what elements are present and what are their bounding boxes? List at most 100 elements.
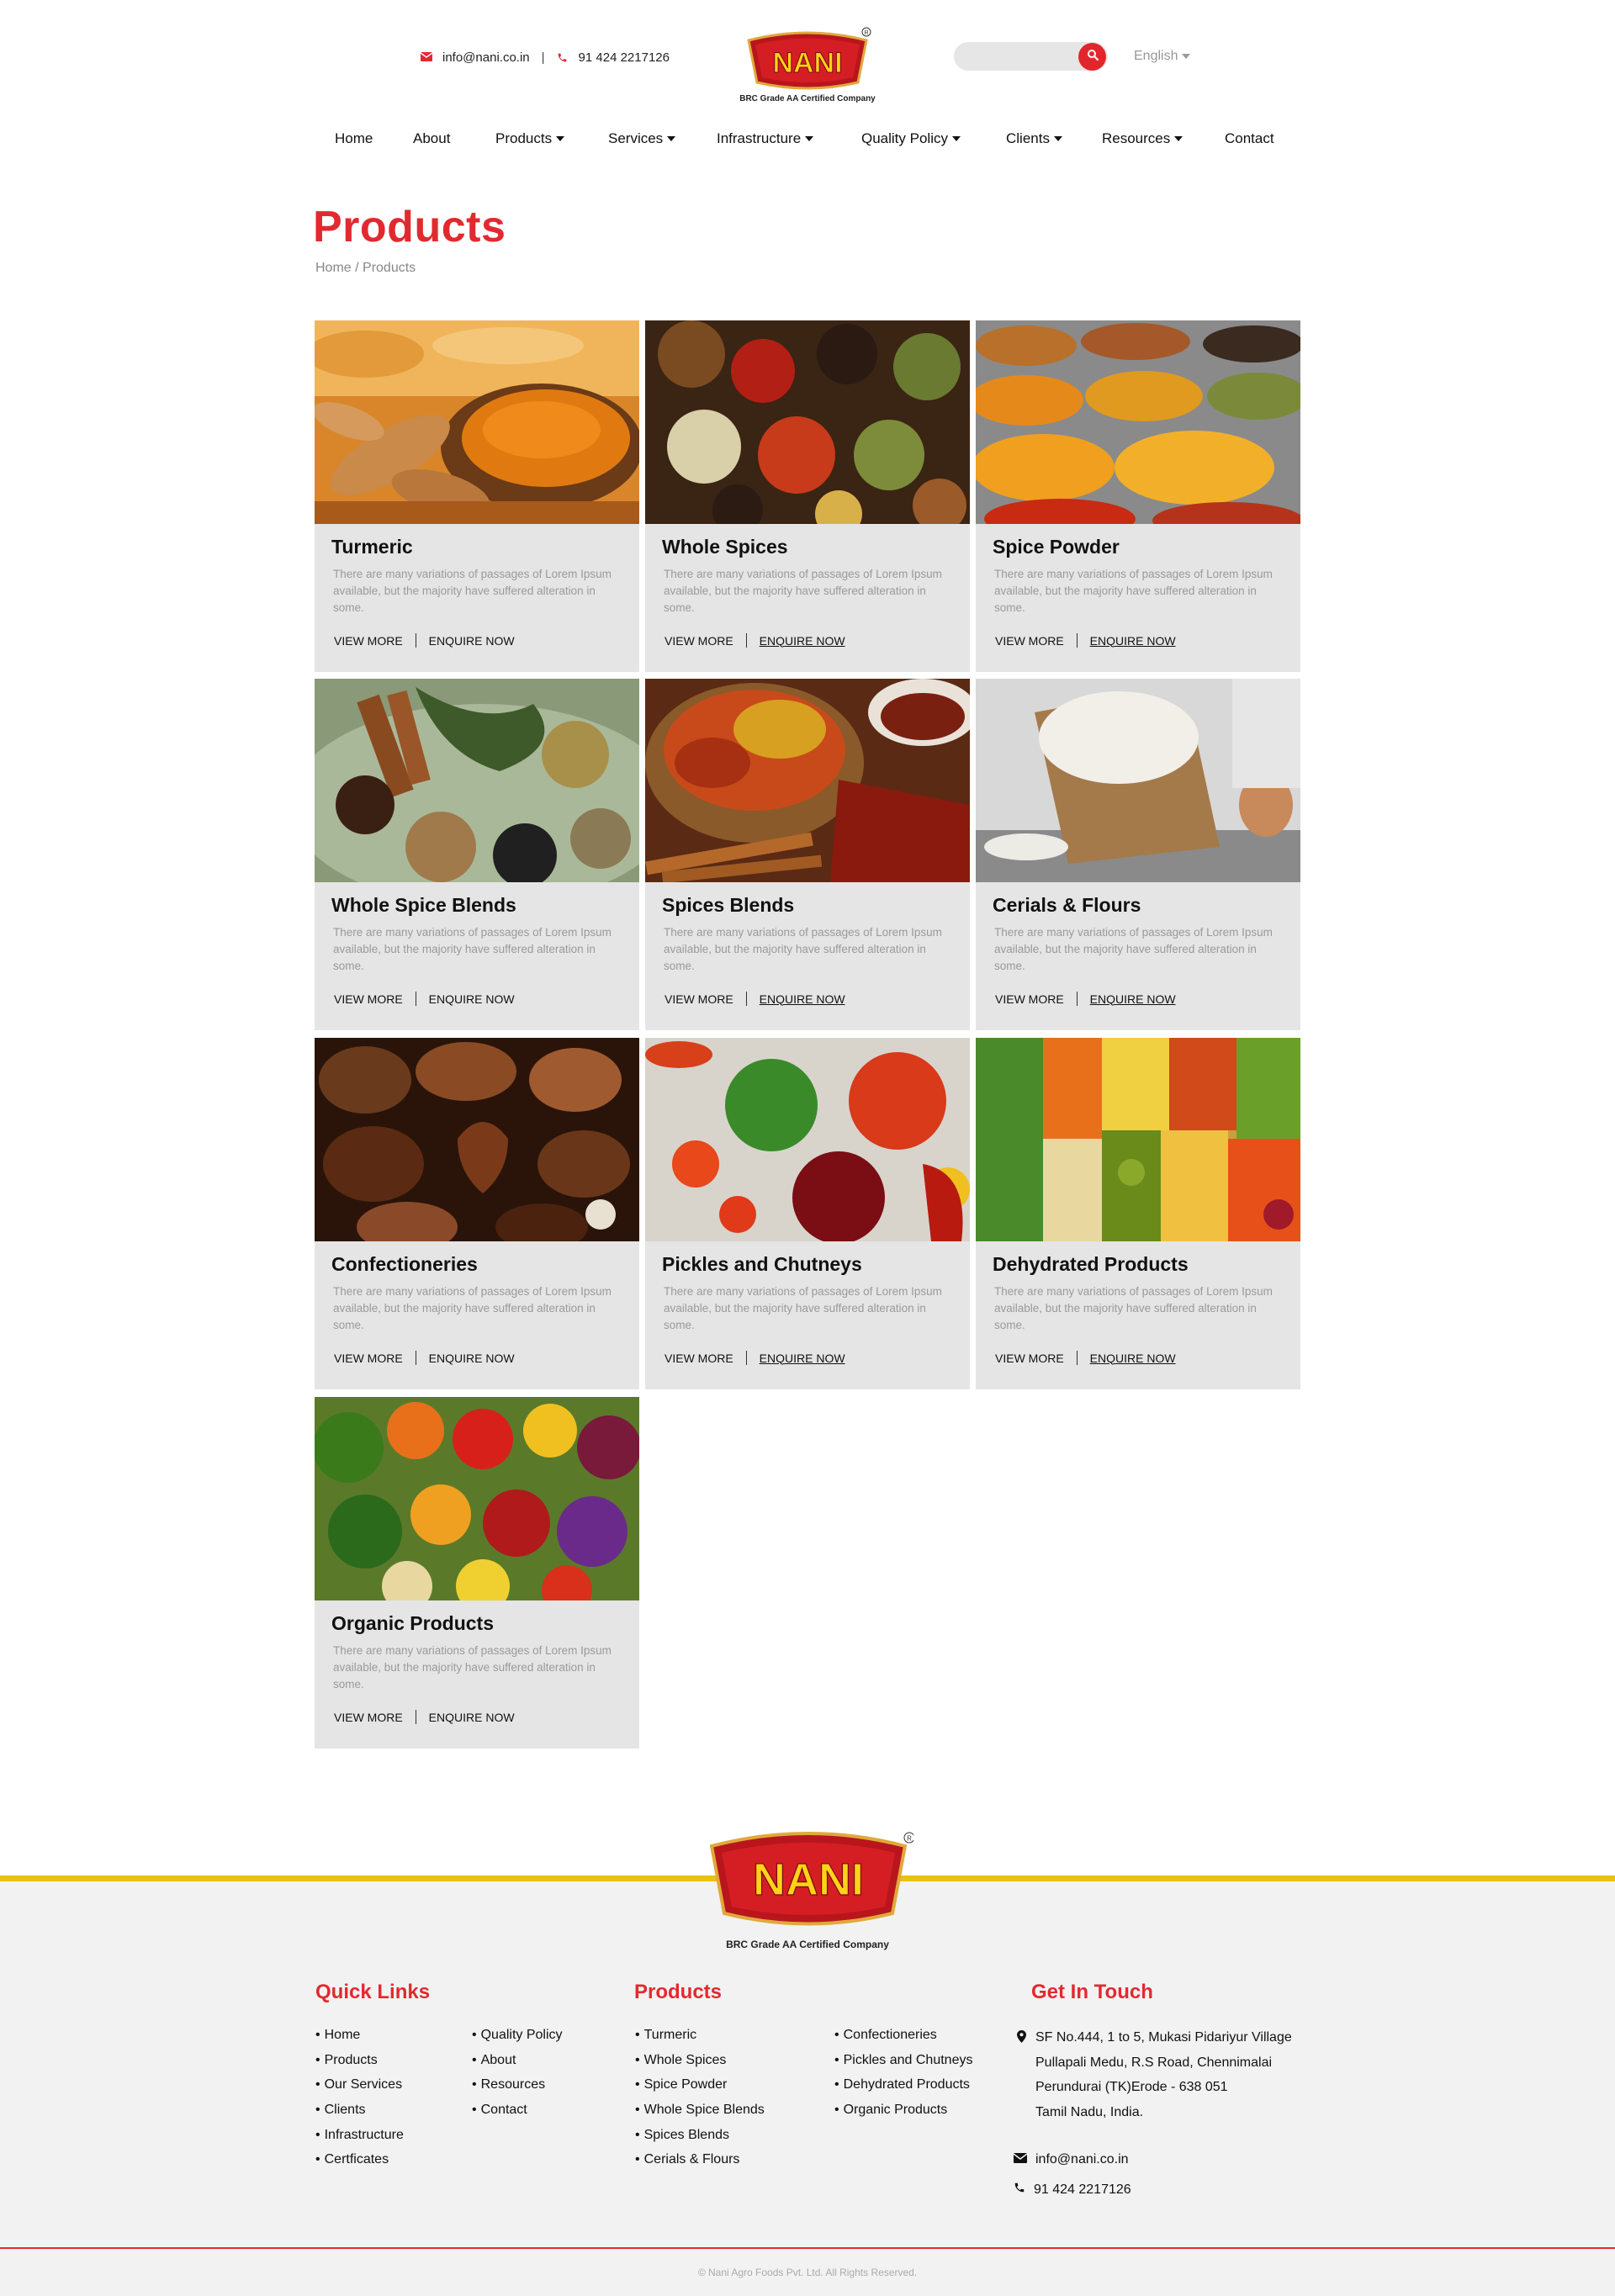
footer-link-products[interactable]: Products: [315, 2048, 404, 2073]
product-card-spices-blends[interactable]: Spices Blends There are many variations …: [645, 679, 970, 1030]
card-actions: VIEW MORE ENQUIRE NOW: [995, 1351, 1176, 1365]
nav-quality-policy[interactable]: Quality Policy: [861, 130, 961, 147]
footer-logo-caption: BRC Grade AA Certified Company: [726, 1939, 889, 1950]
view-more-link[interactable]: VIEW MORE: [334, 992, 403, 1006]
breadcrumb[interactable]: Home / Products: [315, 261, 416, 276]
whole-spice-blends-photo[interactable]: [315, 679, 639, 882]
view-more-link[interactable]: VIEW MORE: [995, 634, 1064, 648]
language-label: English: [1134, 49, 1178, 63]
footer-link-certificates[interactable]: Certficates: [315, 2147, 404, 2172]
search-button[interactable]: [1078, 43, 1106, 71]
footer-product-link[interactable]: Turmeric: [635, 2023, 765, 2048]
card-actions: VIEW MORE ENQUIRE NOW: [334, 1351, 515, 1365]
product-title: Organic Products: [331, 1612, 494, 1634]
product-card-whole-spice-blends[interactable]: Whole Spice Blends There are many variat…: [315, 679, 639, 1030]
footer-product-link[interactable]: Cerials & Flours: [635, 2147, 765, 2172]
divider: [745, 992, 747, 1006]
product-card-pickles-chutneys[interactable]: Pickles and Chutneys There are many vari…: [645, 1038, 970, 1389]
divider: [1076, 633, 1078, 648]
view-more-link[interactable]: VIEW MORE: [995, 1352, 1064, 1365]
product-card-confectioneries[interactable]: Confectioneries There are many variation…: [315, 1038, 639, 1389]
view-more-link[interactable]: VIEW MORE: [334, 1352, 403, 1365]
nav-services[interactable]: Services: [608, 130, 676, 147]
footer-product-link[interactable]: Spices Blends: [635, 2123, 765, 2148]
nav-home[interactable]: Home: [335, 130, 373, 147]
pickles-jars-photo[interactable]: [645, 1038, 970, 1241]
footer-product-link[interactable]: Confectioneries: [834, 2023, 972, 2048]
nav-products[interactable]: Products: [495, 130, 565, 147]
nav-label: About: [413, 130, 451, 146]
header-phone-link[interactable]: 91 424 2217126: [579, 50, 670, 65]
enquire-now-link[interactable]: ENQUIRE NOW: [1090, 634, 1176, 648]
footer-nani-logo[interactable]: NANI R: [703, 1821, 915, 1947]
header-email-link[interactable]: info@nani.co.in: [442, 50, 530, 65]
footer-product-link[interactable]: Pickles and Chutneys: [834, 2048, 973, 2073]
view-more-link[interactable]: VIEW MORE: [665, 634, 733, 648]
enquire-now-link[interactable]: ENQUIRE NOW: [429, 1352, 515, 1365]
address-line: Pullapali Medu, R.S Road, Chennimalai: [1035, 2055, 1273, 2070]
enquire-now-link[interactable]: ENQUIRE NOW: [760, 992, 845, 1006]
view-more-link[interactable]: VIEW MORE: [334, 634, 403, 648]
product-card-dehydrated[interactable]: Dehydrated Products There are many varia…: [976, 1038, 1300, 1389]
main-nav: Home About Products Services Infrastruct…: [0, 130, 1615, 156]
footer-products-col-2: Confectioneries Pickles and Chutneys Deh…: [834, 2023, 973, 2123]
footer-link-quality-policy[interactable]: Quality Policy: [472, 2023, 563, 2048]
divider: [1076, 1351, 1078, 1365]
product-description: There are many variations of passages of…: [664, 926, 942, 972]
product-card-organic[interactable]: Organic Products There are many variatio…: [315, 1397, 639, 1748]
enquire-now-link[interactable]: ENQUIRE NOW: [429, 1711, 515, 1724]
header-contact: info@nani.co.in | 91 424 2217126: [421, 50, 670, 65]
vegetables-photo[interactable]: [315, 1397, 639, 1600]
nav-about[interactable]: About: [413, 130, 450, 147]
footer-email-link[interactable]: info@nani.co.in: [1035, 2152, 1129, 2167]
footer-link-resources[interactable]: Resources: [472, 2072, 563, 2098]
enquire-now-link[interactable]: ENQUIRE NOW: [760, 1352, 845, 1365]
footer-link-home[interactable]: Home: [315, 2023, 404, 2048]
footer-link-about[interactable]: About: [472, 2048, 563, 2073]
spices-blends-photo[interactable]: [645, 679, 970, 882]
nav-infrastructure[interactable]: Infrastructure: [717, 130, 814, 147]
footer-product-link[interactable]: Whole Spice Blends: [635, 2098, 765, 2123]
nav-contact[interactable]: Contact: [1225, 130, 1274, 147]
footer-link-contact[interactable]: Contact: [472, 2098, 563, 2123]
footer-product-link[interactable]: Organic Products: [834, 2098, 972, 2123]
product-card-whole-spices[interactable]: Whole Spices There are many variations o…: [645, 320, 970, 672]
footer-product-link[interactable]: Spice Powder: [635, 2072, 765, 2098]
enquire-now-link[interactable]: ENQUIRE NOW: [760, 634, 845, 648]
spice-powder-photo[interactable]: [976, 320, 1300, 524]
nav-clients[interactable]: Clients: [1006, 130, 1062, 147]
phone-icon: [557, 52, 569, 64]
product-card-cerials-flours[interactable]: Cerials & Flours There are many variatio…: [976, 679, 1300, 1030]
search-icon: [1087, 49, 1099, 65]
chevron-down-icon: [805, 136, 814, 141]
footer-product-link[interactable]: Whole Spices: [635, 2048, 765, 2073]
chocolates-photo[interactable]: [315, 1038, 639, 1241]
enquire-now-link[interactable]: ENQUIRE NOW: [429, 634, 515, 648]
footer-link-infrastructure[interactable]: Infrastructure: [315, 2123, 404, 2148]
product-title: Pickles and Chutneys: [662, 1253, 862, 1275]
view-more-link[interactable]: VIEW MORE: [665, 992, 733, 1006]
nav-label: Contact: [1225, 130, 1274, 146]
whole-spices-photo[interactable]: [645, 320, 970, 524]
view-more-link[interactable]: VIEW MORE: [995, 992, 1064, 1006]
footer-link-clients[interactable]: Clients: [315, 2098, 404, 2123]
product-card-turmeric[interactable]: Turmeric There are many variations of pa…: [315, 320, 639, 672]
enquire-now-link[interactable]: ENQUIRE NOW: [1090, 1352, 1176, 1365]
turmeric-photo[interactable]: [315, 320, 639, 524]
footer-phone-link[interactable]: 91 424 2217126: [1034, 2182, 1131, 2198]
product-card-spice-powder[interactable]: Spice Powder There are many variations o…: [976, 320, 1300, 672]
view-more-link[interactable]: VIEW MORE: [334, 1711, 403, 1724]
enquire-now-link[interactable]: ENQUIRE NOW: [429, 992, 515, 1006]
product-description: There are many variations of passages of…: [664, 1285, 942, 1331]
view-more-link[interactable]: VIEW MORE: [665, 1352, 733, 1365]
language-selector[interactable]: English: [1134, 49, 1191, 64]
enquire-now-link[interactable]: ENQUIRE NOW: [1090, 992, 1176, 1006]
flour-sack-photo[interactable]: [976, 679, 1300, 882]
footer-product-link[interactable]: Dehydrated Products: [834, 2072, 972, 2098]
phone-icon: [1014, 2182, 1034, 2198]
footer-products-heading: Products: [634, 1981, 723, 2003]
footer-link-our-services[interactable]: Our Services: [315, 2072, 404, 2098]
dried-fruits-photo[interactable]: [976, 1038, 1300, 1241]
mail-icon: [421, 51, 432, 64]
nav-resources[interactable]: Resources: [1102, 130, 1183, 147]
